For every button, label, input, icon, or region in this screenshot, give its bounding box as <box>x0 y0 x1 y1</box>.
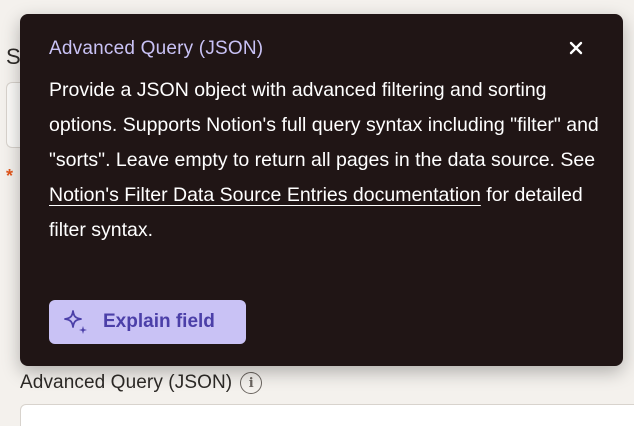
field-help-tooltip: Advanced Query (JSON) Provide a JSON obj… <box>20 14 623 366</box>
tooltip-description-text: Provide a JSON object with advanced filt… <box>49 79 599 171</box>
advanced-query-label-row: Advanced Query (JSON) i <box>20 372 263 394</box>
page: S * Advanced Query (JSON) i Advanced Que… <box>0 0 634 426</box>
sparkle-icon <box>64 310 87 334</box>
background-top-strip <box>0 0 634 8</box>
notion-docs-link[interactable]: Notion's Filter Data Source Entries docu… <box>49 184 481 206</box>
info-icon[interactable]: i <box>240 372 263 394</box>
advanced-query-textarea[interactable] <box>20 404 634 426</box>
advanced-query-label: Advanced Query (JSON) <box>20 372 233 393</box>
tooltip-title: Advanced Query (JSON) <box>49 38 264 59</box>
background-section-heading: S <box>6 44 21 69</box>
tooltip-description: Provide a JSON object with advanced filt… <box>49 73 601 248</box>
explain-field-button[interactable]: Explain field <box>49 300 246 344</box>
required-marker: * <box>6 166 14 186</box>
close-icon[interactable] <box>564 36 588 60</box>
explain-field-label: Explain field <box>103 311 215 332</box>
